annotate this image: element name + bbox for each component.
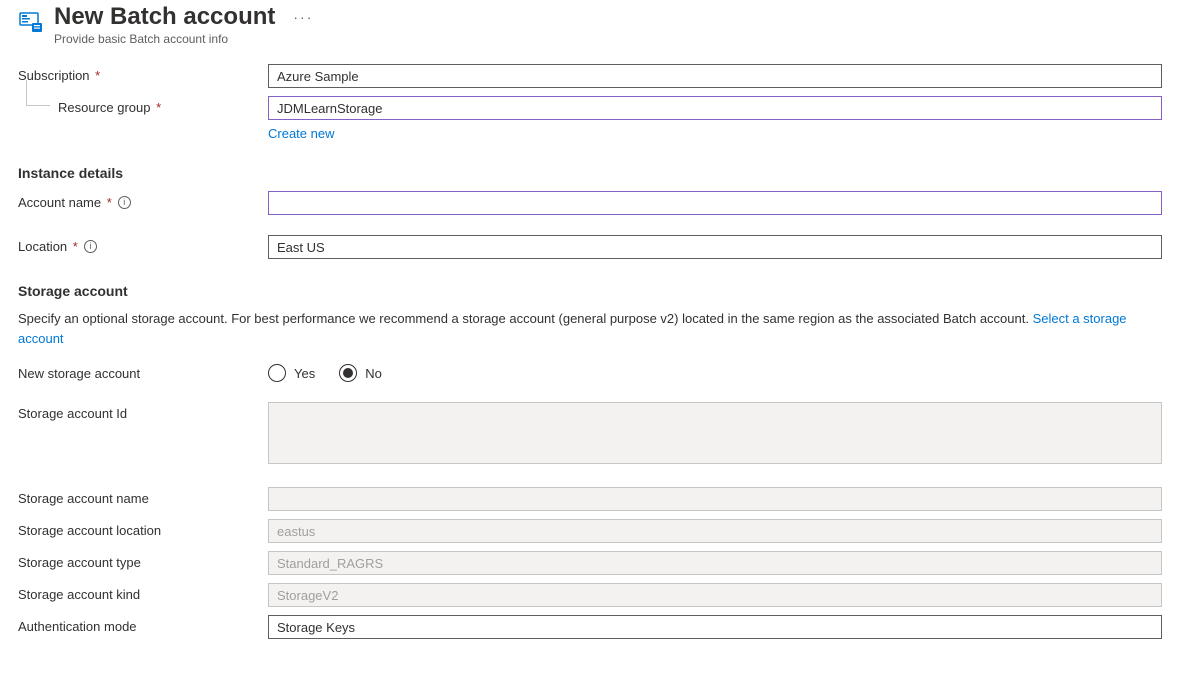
resource-group-select[interactable] (268, 96, 1162, 120)
batch-icon (18, 8, 44, 34)
create-new-resource-group-link[interactable]: Create new (268, 126, 334, 141)
storage-name-input (268, 487, 1162, 511)
storage-account-heading: Storage account (18, 283, 128, 299)
location-select[interactable] (268, 235, 1162, 259)
auth-mode-select[interactable] (268, 615, 1162, 639)
storage-id-label: Storage account Id (18, 406, 127, 421)
more-menu-icon[interactable]: ··· (293, 9, 313, 25)
storage-kind-input (268, 583, 1162, 607)
storage-type-input (268, 551, 1162, 575)
storage-location-input (268, 519, 1162, 543)
location-label: Location * (18, 239, 78, 254)
new-storage-label: New storage account (18, 366, 140, 381)
page-header: New Batch account ··· Provide basic Batc… (18, 4, 1162, 46)
page-subtitle: Provide basic Batch account info (54, 32, 1162, 46)
storage-type-label: Storage account type (18, 555, 141, 570)
subscription-select[interactable] (268, 64, 1162, 88)
storage-kind-label: Storage account kind (18, 587, 140, 602)
account-name-input[interactable] (268, 191, 1162, 215)
storage-location-label: Storage account location (18, 523, 161, 538)
instance-details-heading: Instance details (18, 165, 123, 181)
new-storage-yes-radio[interactable]: Yes (268, 364, 315, 382)
resource-group-label: Resource group * (58, 100, 161, 115)
info-icon[interactable]: i (118, 196, 131, 209)
new-storage-no-radio[interactable]: No (339, 364, 382, 382)
storage-id-input (268, 402, 1162, 464)
info-icon[interactable]: i (84, 240, 97, 253)
storage-name-label: Storage account name (18, 491, 149, 506)
storage-account-description: Specify an optional storage account. For… (18, 309, 1162, 348)
account-name-label: Account name * (18, 195, 112, 210)
auth-mode-label: Authentication mode (18, 619, 137, 634)
page-title: New Batch account (54, 4, 275, 30)
